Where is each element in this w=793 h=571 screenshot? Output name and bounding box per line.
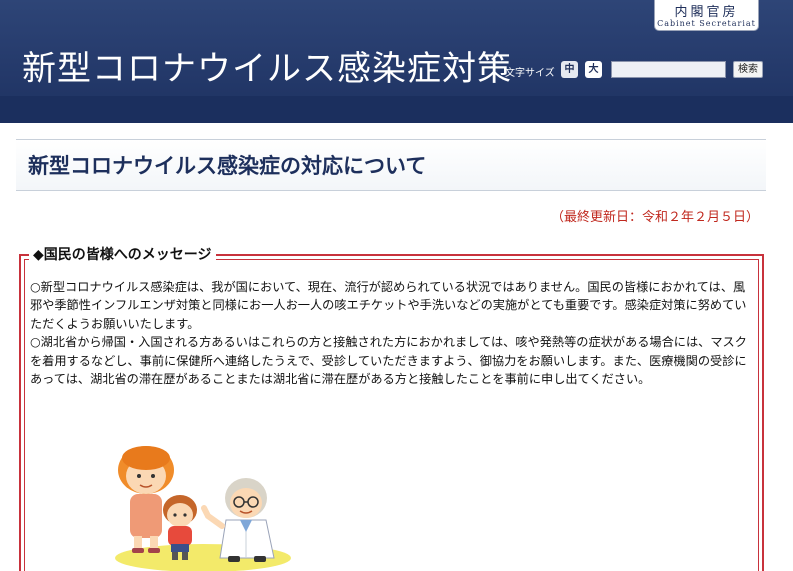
- font-size-large-button[interactable]: 大: [585, 61, 602, 78]
- message-body: ○新型コロナウイルス感染症は、我が国において、現在、流行が認められている状況では…: [30, 278, 752, 388]
- last-updated-date: （最終更新日：令和２年２月５日）: [550, 210, 759, 225]
- font-size-label: 文字サイズ: [505, 68, 555, 79]
- page-title: 新型コロナウイルス感染症の対応について: [28, 154, 427, 178]
- search-input[interactable]: [611, 61, 726, 78]
- mother-figure-icon: [118, 446, 174, 553]
- page-title-bar: 新型コロナウイルス感染症の対応について: [16, 139, 766, 191]
- message-heading: ◆国民の皆様へのメッセージ: [29, 244, 216, 264]
- header-stripe: [0, 96, 793, 123]
- message-paragraph: ○新型コロナウイルス感染症は、我が国において、現在、流行が認められている状況では…: [30, 280, 747, 331]
- font-size-medium-button[interactable]: 中: [561, 61, 578, 78]
- site-header: 新型コロナウイルス感染症対策 内閣官房 Cabinet Secretariat …: [0, 0, 793, 123]
- message-paragraph: ○湖北省から帰国・入国される方あるいはこれらの方と接触された方におかれましては、…: [30, 335, 747, 387]
- site-title[interactable]: 新型コロナウイルス感染症対策: [22, 41, 512, 90]
- doctor-patient-illustration-icon: [115, 446, 291, 571]
- cabinet-logo-en: Cabinet Secretariat: [657, 19, 756, 28]
- cabinet-secretariat-logo[interactable]: 内閣官房 Cabinet Secretariat: [654, 0, 759, 31]
- search-button[interactable]: 検索: [733, 61, 763, 78]
- cabinet-logo-jp: 内閣官房: [674, 5, 739, 20]
